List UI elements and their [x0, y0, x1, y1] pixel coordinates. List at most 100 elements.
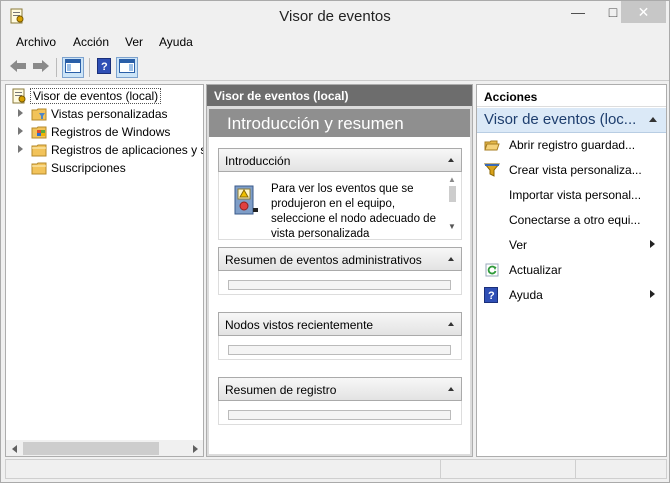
scrollbar-thumb[interactable] — [23, 442, 159, 455]
actions-group-header[interactable]: Visor de eventos (loc... — [477, 108, 666, 133]
menu-bar: Archivo Acción Ver Ayuda — [1, 32, 669, 52]
section-body: Para ver los eventos que se produjeron e… — [218, 172, 462, 240]
action-conectarse-a-otro-equipo[interactable]: Conectarse a otro equi... — [477, 209, 666, 231]
show-hide-action-pane-icon — [119, 59, 135, 76]
overview-body: Introducción Para ver los eventos que se… — [209, 137, 470, 454]
expand-arrow-icon[interactable] — [18, 127, 23, 135]
submenu-arrow-icon — [650, 240, 655, 248]
menu-ver[interactable]: Ver — [125, 35, 143, 49]
intro-vertical-scrollbar[interactable]: ▲ ▼ — [444, 172, 461, 235]
tree-item-label: Vistas personalizadas — [51, 107, 168, 121]
folder-icon — [31, 142, 47, 158]
menu-ayuda[interactable]: Ayuda — [159, 35, 193, 49]
scroll-right-icon[interactable] — [186, 440, 203, 456]
collapse-arrow-icon[interactable] — [649, 117, 657, 122]
show-hide-console-tree-button[interactable] — [62, 57, 84, 78]
actions-group-title: Visor de eventos (loc... — [484, 111, 637, 128]
tree-root-item[interactable]: Visor de eventos (local) — [9, 87, 164, 105]
section-header[interactable]: Resumen de eventos administrativos — [218, 247, 462, 271]
results-pane: Visor de eventos (local) Introducción y … — [206, 84, 473, 457]
action-actualizar[interactable]: Actualizar — [477, 259, 666, 281]
action-label: Importar vista personal... — [509, 188, 642, 202]
back-icon — [9, 59, 27, 76]
filter-icon — [483, 162, 501, 178]
section-title: Introducción — [225, 154, 291, 168]
tree-item-label: Registros de Windows — [51, 125, 171, 139]
action-crear-vista-personalizada[interactable]: Crear vista personaliza... — [477, 159, 666, 181]
loading-bar — [228, 345, 451, 355]
section-header[interactable]: Nodos vistos recientemente — [218, 312, 462, 336]
action-label: Ver — [509, 238, 528, 252]
folder-icon — [31, 160, 47, 176]
minimize-button[interactable]: — — [563, 1, 593, 23]
show-hide-console-tree-icon — [65, 59, 81, 76]
event-log-book-icon — [233, 184, 259, 221]
action-label: Conectarse a otro equi... — [509, 213, 641, 227]
menu-accion[interactable]: Acción — [73, 35, 109, 49]
menu-archivo[interactable]: Archivo — [16, 35, 56, 49]
collapse-arrow-icon[interactable] — [448, 387, 454, 391]
section-body — [218, 271, 462, 295]
section-title: Nodos vistos recientemente — [225, 318, 374, 332]
tree-root-label: Visor de eventos (local) — [30, 88, 162, 104]
collapse-arrow-icon[interactable] — [448, 257, 454, 261]
status-bar — [5, 459, 667, 481]
tree-item-label: Registros de aplicaciones y s — [51, 143, 204, 157]
actions-pane: Acciones Visor de eventos (loc... Abrir … — [476, 84, 667, 457]
folder-filter-icon — [31, 106, 47, 122]
scroll-up-icon[interactable]: ▲ — [448, 175, 456, 184]
action-label: Ayuda — [509, 288, 543, 302]
action-label: Actualizar — [509, 263, 562, 277]
action-importar-vista-personalizada[interactable]: Importar vista personal... — [477, 184, 666, 206]
tree-item-registros-windows[interactable]: Registros de Windows — [6, 123, 203, 141]
expand-arrow-icon[interactable] — [18, 145, 23, 153]
close-button[interactable]: ✕ — [621, 1, 666, 23]
loading-bar — [228, 280, 451, 290]
svg-text:?: ? — [488, 290, 495, 302]
back-button[interactable] — [7, 57, 29, 78]
action-label: Abrir registro guardad... — [509, 138, 636, 152]
tree-item-label: Suscripciones — [51, 161, 126, 175]
actions-header: Acciones — [477, 85, 666, 107]
section-resumen-registro: Resumen de registro — [218, 377, 462, 425]
action-label: Crear vista personaliza... — [509, 163, 642, 177]
section-body — [218, 336, 462, 360]
help-button[interactable]: ? — [93, 57, 115, 78]
refresh-icon — [484, 262, 500, 278]
tree-item-vistas-personalizadas[interactable]: Vistas personalizadas — [6, 105, 203, 123]
show-hide-action-pane-button[interactable] — [116, 57, 138, 78]
action-ayuda[interactable]: ? Ayuda — [477, 284, 666, 306]
event-viewer-window: Visor de eventos — □ ✕ Archivo Acción Ve… — [0, 0, 670, 483]
tree-item-suscripciones[interactable]: Suscripciones — [6, 159, 203, 177]
results-pane-header: Visor de eventos (local) — [207, 85, 472, 106]
tree-item-registros-aplicaciones[interactable]: Registros de aplicaciones y s — [6, 141, 204, 159]
section-nodos-vistos-recientemente: Nodos vistos recientemente — [218, 312, 462, 360]
action-ver[interactable]: Ver — [477, 234, 666, 256]
section-title: Resumen de eventos administrativos — [225, 253, 422, 267]
help-icon: ? — [97, 58, 111, 77]
intro-text: Para ver los eventos que se produjeron e… — [271, 183, 436, 238]
windows-logs-icon — [31, 124, 47, 140]
action-abrir-registro-guardado[interactable]: Abrir registro guardad... — [477, 134, 666, 156]
status-segment — [5, 459, 441, 479]
section-header[interactable]: Resumen de registro — [218, 377, 462, 401]
submenu-arrow-icon — [650, 290, 655, 298]
title-bar: Visor de eventos — □ ✕ — [1, 1, 669, 32]
section-introduccion: Introducción Para ver los eventos que se… — [218, 148, 462, 240]
scrollbar-thumb[interactable] — [449, 186, 456, 202]
forward-icon — [32, 59, 50, 76]
collapse-arrow-icon[interactable] — [448, 158, 454, 162]
expand-arrow-icon[interactable] — [18, 109, 23, 117]
overview-banner: Introducción y resumen — [209, 109, 470, 137]
toolbar-separator — [56, 58, 57, 77]
section-header[interactable]: Introducción — [218, 148, 462, 172]
scroll-down-icon[interactable]: ▼ — [448, 222, 456, 231]
forward-button[interactable] — [30, 57, 52, 78]
loading-bar — [228, 410, 451, 420]
collapse-arrow-icon[interactable] — [448, 322, 454, 326]
status-segment — [441, 459, 576, 479]
event-viewer-icon — [11, 88, 27, 104]
horizontal-scrollbar[interactable] — [6, 440, 203, 456]
section-title: Resumen de registro — [225, 383, 337, 397]
scroll-left-icon[interactable] — [6, 440, 23, 456]
